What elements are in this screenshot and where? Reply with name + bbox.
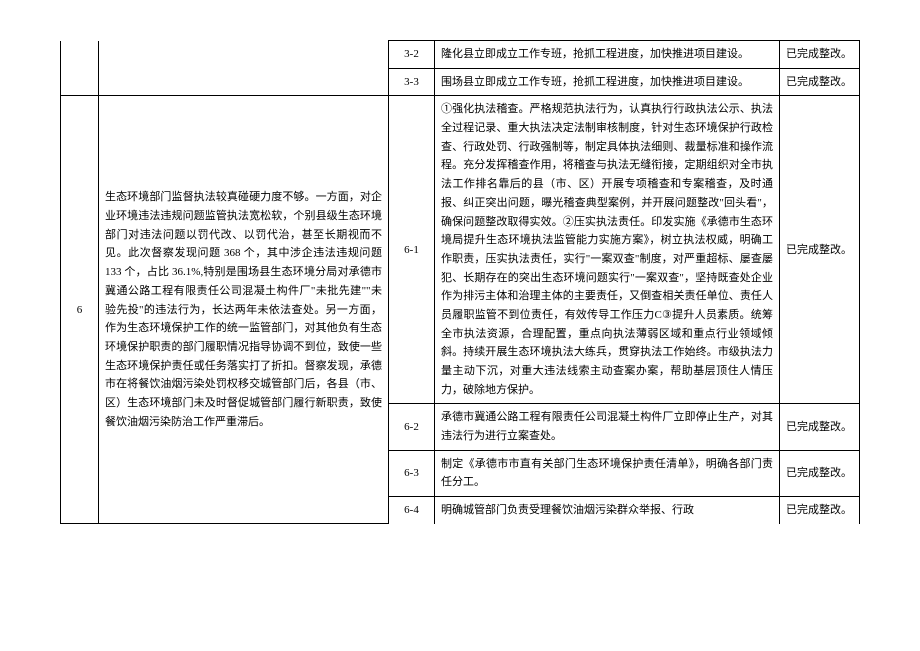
status-text: 已完成整改。: [780, 68, 860, 96]
table-row: 6 生态环境部门监督执法较真碰硬力度不够。一方面，对企业环境违法违规问题监管执法…: [61, 96, 860, 404]
status-text: 已完成整改。: [780, 404, 860, 450]
action-text: 承德市冀通公路工程有限责任公司混凝土构件厂立即停止生产，对其违法行为进行立案查处…: [435, 404, 780, 450]
row-description: [99, 41, 389, 96]
sub-id: 6-3: [389, 450, 435, 496]
status-text: 已完成整改。: [780, 41, 860, 69]
status-text: 已完成整改。: [780, 497, 860, 524]
row-description: 生态环境部门监督执法较真碰硬力度不够。一方面，对企业环境违法违规问题监管执法宽松…: [99, 96, 389, 524]
action-text: 围场县立即成立工作专班，抢抓工程进度，加快推进项目建设。: [435, 68, 780, 96]
status-text: 已完成整改。: [780, 450, 860, 496]
sub-id: 6-4: [389, 497, 435, 524]
regulatory-table: 3-2 隆化县立即成立工作专班，抢抓工程进度，加快推进项目建设。 已完成整改。 …: [60, 40, 860, 524]
action-text: ①强化执法稽查。严格规范执法行为，认真执行行政执法公示、执法全过程记录、重大执法…: [435, 96, 780, 404]
status-text: 已完成整改。: [780, 96, 860, 404]
table-row: 3-2 隆化县立即成立工作专班，抢抓工程进度，加快推进项目建设。 已完成整改。: [61, 41, 860, 69]
sub-id: 6-1: [389, 96, 435, 404]
sub-id: 3-2: [389, 41, 435, 69]
row-number: [61, 41, 99, 96]
sub-id: 3-3: [389, 68, 435, 96]
action-text: 隆化县立即成立工作专班，抢抓工程进度，加快推进项目建设。: [435, 41, 780, 69]
row-number: 6: [61, 96, 99, 524]
action-text: 明确城管部门负责受理餐饮油烟污染群众举报、行政: [435, 497, 780, 524]
action-text: 制定《承德市市直有关部门生态环境保护责任清单》，明确各部门责任分工。: [435, 450, 780, 496]
sub-id: 6-2: [389, 404, 435, 450]
